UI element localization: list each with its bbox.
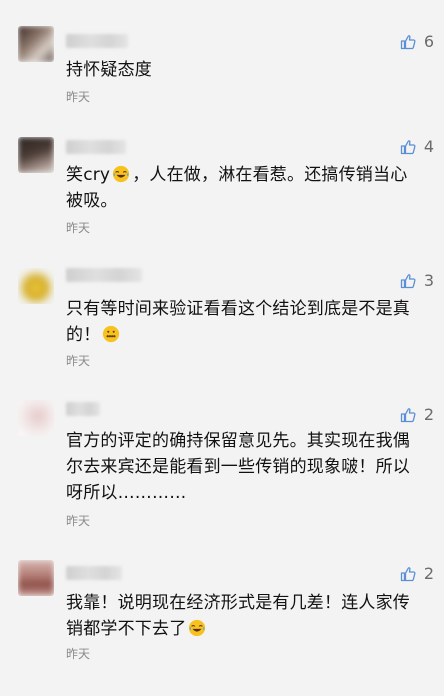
avatar[interactable] xyxy=(18,268,54,304)
comment-text: 只有等时间来验证看看这个结论到底是不是真的！ xyxy=(66,296,412,348)
comment-time: 昨天 xyxy=(66,221,91,235)
nickname-blurred[interactable] xyxy=(66,34,128,48)
like-button[interactable]: 2 xyxy=(400,405,434,424)
avatar[interactable] xyxy=(18,137,54,173)
like-count: 2 xyxy=(423,564,434,583)
comment-time: 昨天 xyxy=(66,90,91,104)
like-button[interactable]: 2 xyxy=(400,564,434,583)
like-count: 6 xyxy=(423,32,434,51)
comment-text-body: 我靠！说明现在经济形式是有几差！连人家传销都学不下去了 xyxy=(66,593,410,639)
nickname-blurred[interactable] xyxy=(66,140,126,154)
like-button[interactable]: 6 xyxy=(400,32,434,51)
laughing-tears-emoji xyxy=(189,619,206,637)
laughing-tears-emoji xyxy=(113,165,130,183)
comment-text: 笑cry ，人在做，淋在看惹。还搞传销当心被吸。 xyxy=(66,162,412,214)
comment-text: 我靠！说明现在经济形式是有几差！连人家传销都学不下去了 xyxy=(66,590,412,642)
comment-text: 官方的评定的确持保留意见先。其实现在我偶尔去来宾还是能看到一些传销的现象啵！所以… xyxy=(66,431,410,503)
comment-list: 6 持怀疑态度 昨天 4 笑cry ，人在做，淋在看惹。还搞传销当心被吸。 昨天… xyxy=(0,0,444,696)
comment-text: 持怀疑态度 xyxy=(66,60,152,80)
thumbs-up-icon xyxy=(400,139,416,154)
comment-text-before-emoji: 笑cry xyxy=(66,165,111,185)
like-count: 4 xyxy=(423,137,434,156)
comment-time: 昨天 xyxy=(66,354,91,368)
nickname-blurred[interactable] xyxy=(66,402,100,416)
avatar[interactable] xyxy=(18,560,54,596)
avatar[interactable] xyxy=(18,400,54,436)
nickname-blurred[interactable] xyxy=(66,566,122,580)
like-button[interactable]: 3 xyxy=(400,271,434,290)
thumbs-up-icon xyxy=(400,407,416,422)
like-count: 3 xyxy=(423,271,434,290)
like-button[interactable]: 4 xyxy=(400,137,434,156)
comment-time: 昨天 xyxy=(66,647,91,661)
zipper-mouth-emoji xyxy=(103,325,120,343)
thumbs-up-icon xyxy=(400,34,416,49)
like-count: 2 xyxy=(423,405,434,424)
thumbs-up-icon xyxy=(400,273,416,288)
avatar[interactable] xyxy=(18,26,54,62)
nickname-blurred[interactable] xyxy=(66,268,142,282)
comment-time: 昨天 xyxy=(66,514,91,528)
thumbs-up-icon xyxy=(400,566,416,581)
